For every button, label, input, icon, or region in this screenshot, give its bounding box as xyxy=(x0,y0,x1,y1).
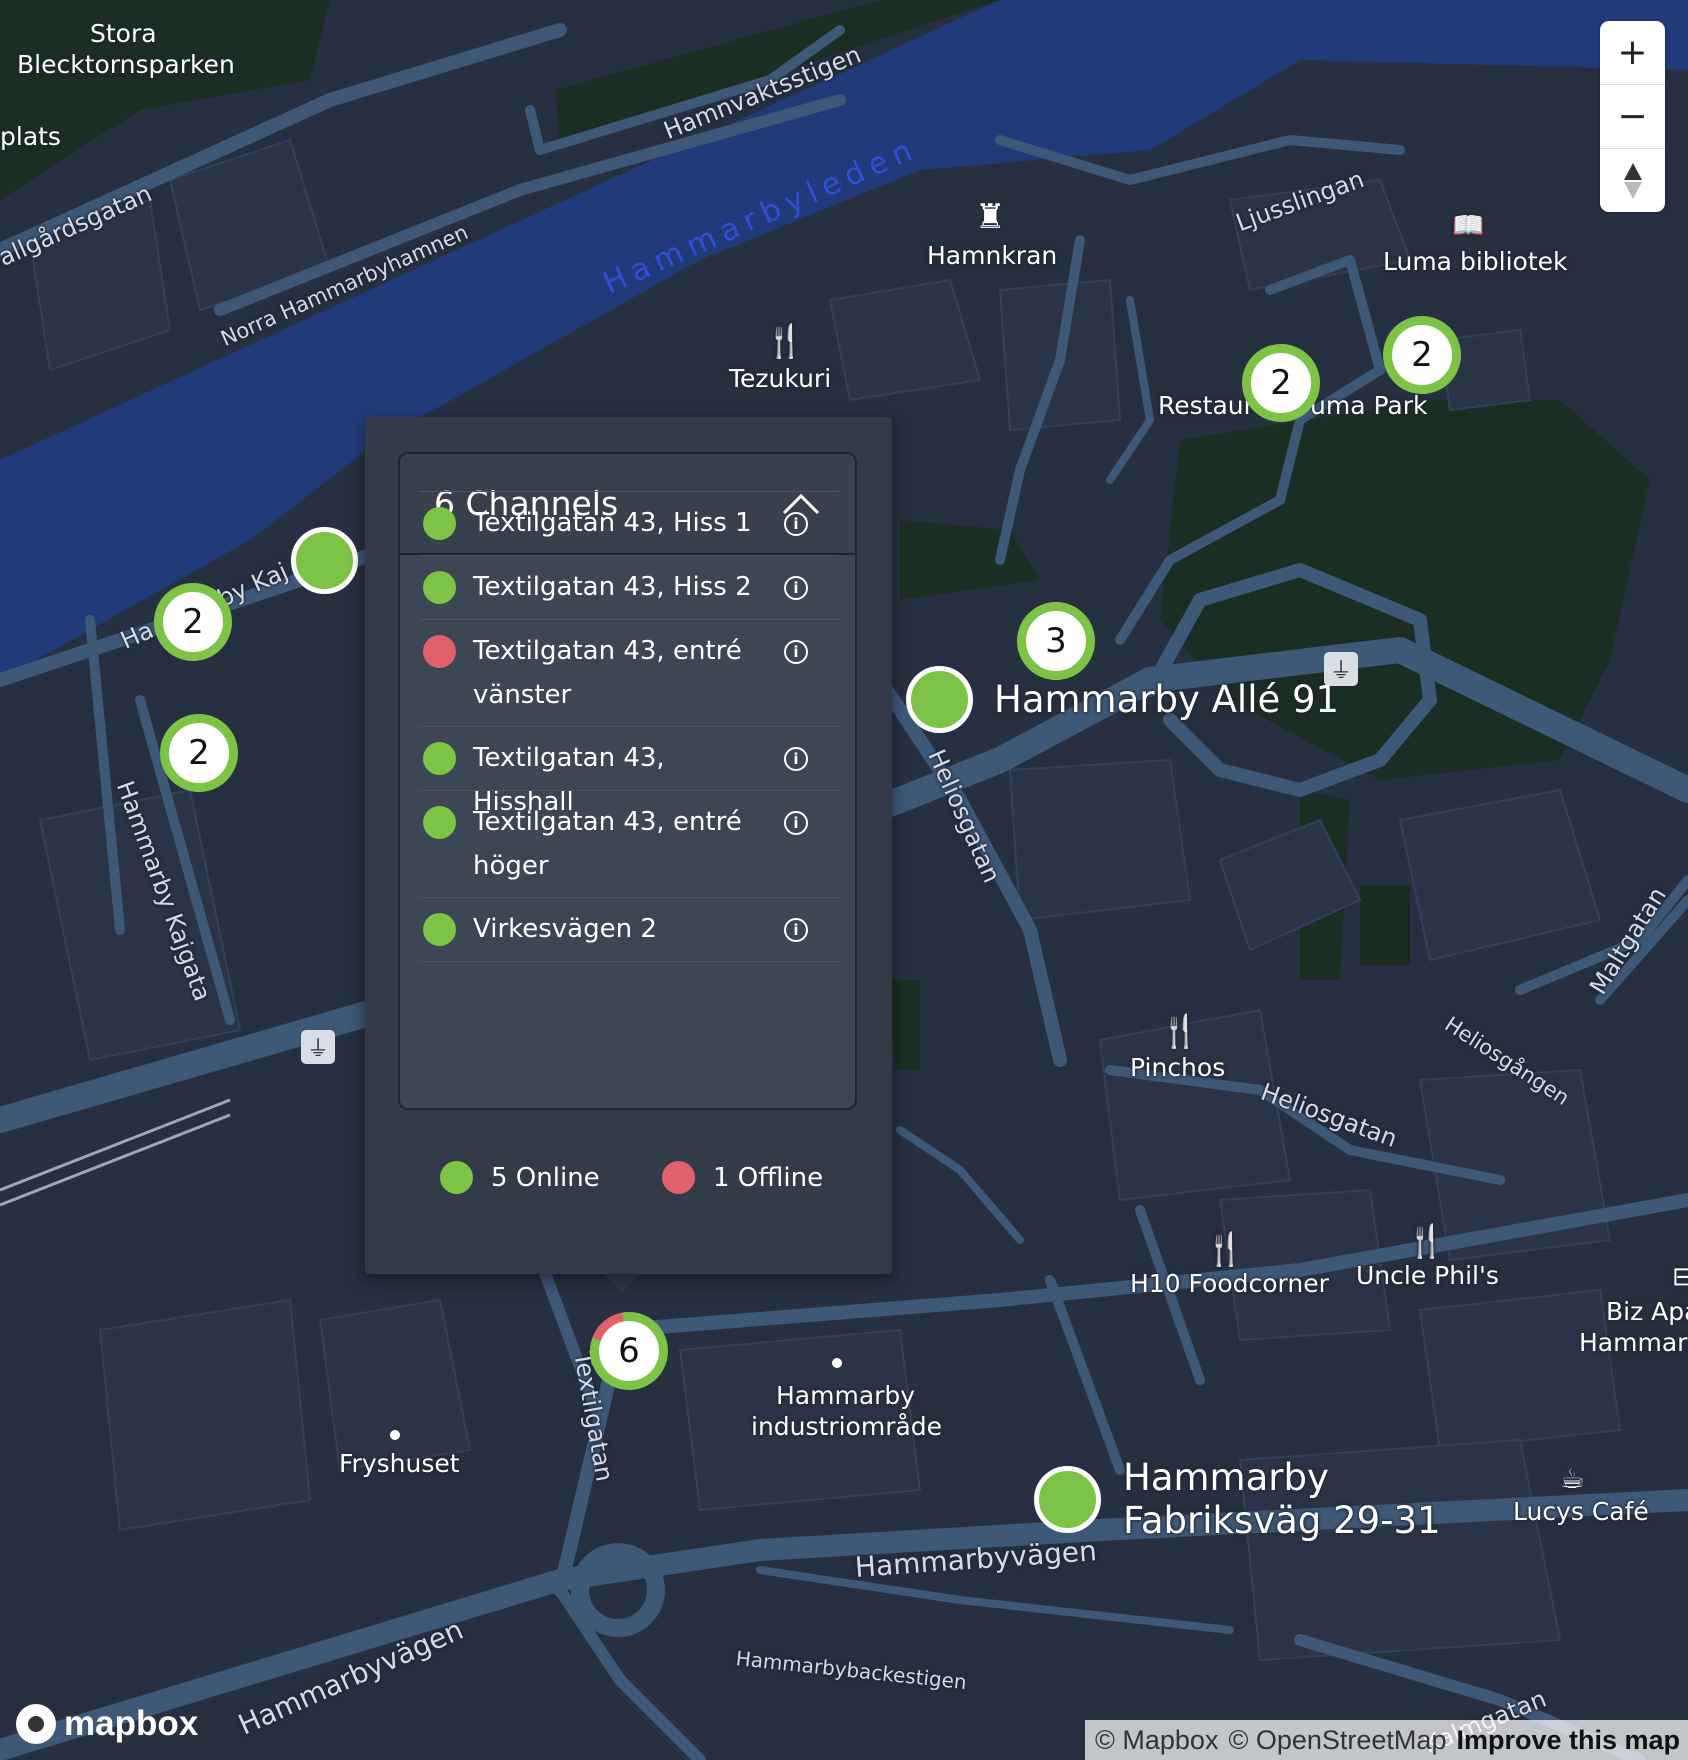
place-label: Blecktornsparken xyxy=(17,50,235,79)
status-dot-icon xyxy=(423,635,456,668)
channels-popup: 6 Channels Textilgatan 43, Hiss 1 i Textil… xyxy=(365,417,892,1274)
crane-icon: ♜ xyxy=(975,197,1006,237)
location-marker[interactable] xyxy=(906,666,973,733)
cluster-marker[interactable]: 2 xyxy=(154,583,232,661)
location-label: Fabriksväg 29-31 xyxy=(1123,1499,1441,1542)
poi-dot-icon xyxy=(390,1430,400,1440)
cafe-icon: ☕ xyxy=(1560,1462,1586,1495)
place-label: Uncle Phil's xyxy=(1356,1261,1499,1290)
online-dot-icon xyxy=(440,1161,473,1194)
osm-attribution-link[interactable]: © OpenStreetMap xyxy=(1228,1725,1446,1756)
place-label: Biz Apa xyxy=(1606,1297,1688,1326)
poi-dot-icon xyxy=(832,1358,842,1368)
channel-row[interactable]: Textilgatan 43, entré höger i xyxy=(419,790,839,898)
tram-stop-icon: ⏚ xyxy=(301,1030,335,1064)
mapbox-attribution-link[interactable]: © Mapbox xyxy=(1095,1725,1218,1756)
status-dot-icon xyxy=(423,507,456,540)
library-icon: 📖 xyxy=(1452,211,1485,241)
park-area xyxy=(890,980,920,1070)
place-label: Luma bibliotek xyxy=(1383,247,1568,276)
improve-map-link[interactable]: Improve this map xyxy=(1456,1725,1680,1756)
status-dot-icon xyxy=(423,742,456,775)
place-label: industriområde xyxy=(751,1412,943,1441)
offline-dot-icon xyxy=(662,1161,695,1194)
map-navigation-control: + − xyxy=(1600,21,1665,212)
channel-row[interactable]: Textilgatan 43, Hiss 2 i xyxy=(419,555,839,620)
info-icon[interactable]: i xyxy=(784,640,808,664)
hotel-icon: ⊟ xyxy=(1672,1262,1688,1292)
channel-name: Textilgatan 43, Hiss 2 xyxy=(473,572,752,602)
info-icon[interactable]: i xyxy=(784,747,808,771)
cluster-marker[interactable]: 3 xyxy=(1017,602,1095,680)
zoom-in-button[interactable]: + xyxy=(1600,21,1665,85)
status-dot-icon xyxy=(423,913,456,946)
location-marker[interactable] xyxy=(1034,1466,1101,1533)
restaurant-icon: 🍴 xyxy=(765,322,805,360)
info-icon[interactable]: i xyxy=(784,576,808,600)
zoom-out-button[interactable]: − xyxy=(1600,85,1665,149)
tram-stop-icon: ⏚ xyxy=(1324,652,1358,686)
attribution-bar: © Mapbox © OpenStreetMap Improve this ma… xyxy=(1085,1720,1688,1760)
offline-legend: 1 Offline xyxy=(662,1161,823,1194)
online-legend: 5 Online xyxy=(440,1161,600,1194)
restaurant-icon: 🍴 xyxy=(1160,1012,1200,1050)
place-label: Tezukuri xyxy=(729,364,832,393)
place-label: Hamnkran xyxy=(927,241,1058,270)
channel-row[interactable]: Virkesvägen 2 i xyxy=(419,897,839,962)
channel-name: Textilgatan 43, entré höger xyxy=(473,807,742,881)
status-dot-icon xyxy=(423,806,456,839)
cluster-count: 6 xyxy=(599,1321,659,1381)
place-label: Lucys Café xyxy=(1513,1497,1649,1526)
compass-icon xyxy=(1623,162,1642,199)
cluster-marker[interactable]: 2 xyxy=(1242,344,1320,422)
channel-name: Textilgatan 43, Hiss 1 xyxy=(473,508,752,538)
location-marker[interactable] xyxy=(291,527,358,594)
channel-row[interactable]: Textilgatan 43, Hisshall i xyxy=(419,726,839,817)
channels-panel: 6 Channels Textilgatan 43, Hiss 1 i Textil… xyxy=(398,452,857,1110)
place-label: plats xyxy=(0,122,61,151)
list-divider xyxy=(419,961,839,962)
compass-button[interactable] xyxy=(1600,149,1665,212)
map-container[interactable]: Stora Blecktornsparken plats ♜ Hamnkran … xyxy=(0,0,1688,1760)
place-label: Fryshuset xyxy=(339,1449,460,1478)
mapbox-logo[interactable]: mapbox xyxy=(16,1704,198,1744)
place-label: Pinchos xyxy=(1130,1053,1226,1082)
online-count: 5 Online xyxy=(491,1162,600,1193)
place-label: Hammarb xyxy=(1579,1328,1688,1357)
restaurant-icon: 🍴 xyxy=(1205,1230,1245,1268)
place-label: Hammarby xyxy=(776,1381,916,1410)
info-icon[interactable]: i xyxy=(784,512,808,536)
cluster-marker[interactable]: 2 xyxy=(160,714,238,792)
channel-row[interactable]: Textilgatan 43, entré vänster i xyxy=(419,619,839,727)
park-area xyxy=(1360,885,1410,965)
restaurant-icon: 🍴 xyxy=(1406,1222,1446,1260)
offline-count: 1 Offline xyxy=(713,1162,824,1193)
info-icon[interactable]: i xyxy=(784,918,808,942)
status-dot-icon xyxy=(423,571,456,604)
mapbox-logo-icon xyxy=(16,1704,56,1744)
info-icon[interactable]: i xyxy=(784,811,808,835)
location-label: Hammarby Allé 91 xyxy=(994,678,1340,721)
channel-name: Textilgatan 43, entré vänster xyxy=(473,636,742,710)
cluster-marker[interactable]: 2 xyxy=(1383,316,1461,394)
channel-row[interactable]: Textilgatan 43, Hiss 1 i xyxy=(419,491,839,556)
channel-name: Virkesvägen 2 xyxy=(473,914,657,944)
place-label: H10 Foodcorner xyxy=(1130,1269,1329,1298)
place-label: uma Park xyxy=(1310,391,1428,420)
cluster-marker-mixed[interactable]: 6 xyxy=(590,1312,668,1390)
location-label: Hammarby xyxy=(1123,1456,1329,1499)
mapbox-logo-text: mapbox xyxy=(64,1704,199,1743)
place-label: Stora xyxy=(90,19,157,48)
